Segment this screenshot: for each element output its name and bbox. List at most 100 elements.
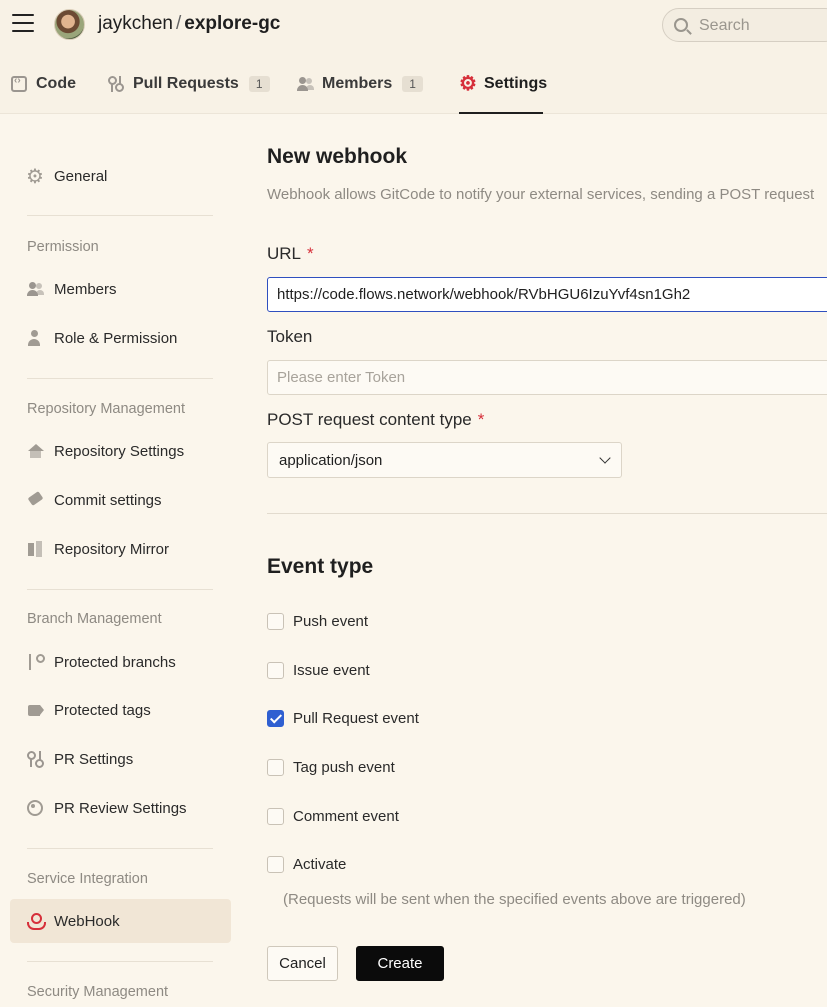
settings-sidebar: General Permission Members Role & Permis… bbox=[0, 114, 245, 1007]
checkbox-label: Tag push event bbox=[293, 758, 395, 776]
divider bbox=[267, 513, 827, 514]
tab-label: Code bbox=[36, 75, 76, 92]
content-type-select[interactable]: application/json bbox=[267, 442, 622, 478]
mirror-icon bbox=[27, 540, 44, 558]
sidebar-item-label: Role & Permission bbox=[54, 329, 178, 347]
divider bbox=[27, 589, 213, 590]
webhook-form: New webhook Webhook allows GitCode to no… bbox=[267, 114, 827, 1007]
sidebar-item-webhook[interactable]: WebHook bbox=[10, 899, 231, 943]
sidebar-item-label: Protected branchs bbox=[54, 653, 176, 671]
gear-icon bbox=[26, 164, 44, 189]
sidebar-item-role-permission[interactable]: Role & Permission bbox=[10, 316, 231, 360]
event-issue[interactable]: Issue event bbox=[267, 660, 370, 680]
event-push[interactable]: Push event bbox=[267, 611, 368, 631]
avatar[interactable] bbox=[54, 9, 85, 40]
sidebar-item-label: Commit settings bbox=[54, 491, 162, 509]
activate-hint: (Requests will be sent when the specifie… bbox=[283, 891, 746, 908]
page-title: New webhook bbox=[267, 145, 408, 168]
code-icon bbox=[11, 75, 27, 92]
tab-label: Members bbox=[322, 75, 393, 92]
url-field[interactable]: https://code.flows.network/webhook/RVbHG… bbox=[267, 277, 827, 312]
event-comment[interactable]: Comment event bbox=[267, 806, 399, 826]
checkbox-label: Activate bbox=[293, 855, 347, 873]
tab-members[interactable]: Members 1 bbox=[297, 54, 423, 114]
checkbox[interactable] bbox=[267, 612, 284, 630]
create-button[interactable]: Create bbox=[356, 946, 444, 981]
sidebar-item-repository-settings[interactable]: Repository Settings bbox=[10, 429, 231, 473]
breadcrumb-separator: / bbox=[176, 13, 182, 34]
review-icon bbox=[27, 799, 44, 817]
checkbox-label: Push event bbox=[293, 612, 369, 630]
divider bbox=[27, 961, 213, 962]
sidebar-item-label: PR Review Settings bbox=[54, 799, 187, 817]
sidebar-item-members[interactable]: Members bbox=[10, 267, 231, 311]
checkbox[interactable] bbox=[267, 855, 284, 873]
content-type-value: application/json bbox=[279, 452, 383, 469]
sidebar-item-label: Protected tags bbox=[54, 701, 151, 719]
sidebar-item-repository-mirror[interactable]: Repository Mirror bbox=[10, 527, 231, 571]
sidebar-item-label: WebHook bbox=[54, 912, 120, 930]
branch-icon bbox=[27, 653, 45, 671]
token-label: Token bbox=[267, 327, 313, 346]
sidebar-item-label: Repository Mirror bbox=[54, 540, 170, 558]
required-mark: * bbox=[307, 244, 314, 263]
sidebar-item-protected-tags[interactable]: Protected tags bbox=[10, 688, 231, 732]
members-icon bbox=[297, 76, 314, 92]
sidebar-item-pr-review-settings[interactable]: PR Review Settings bbox=[10, 786, 231, 830]
checkbox-checked[interactable] bbox=[267, 709, 284, 727]
person-icon bbox=[27, 329, 44, 347]
checkbox[interactable] bbox=[267, 807, 284, 825]
webhook-icon bbox=[27, 912, 46, 930]
search-input[interactable]: Search bbox=[662, 8, 827, 42]
sidebar-item-general[interactable]: General bbox=[10, 154, 231, 198]
content-type-label: POST request content type * bbox=[267, 410, 484, 430]
commit-icon bbox=[27, 492, 44, 509]
tab-code[interactable]: Code bbox=[11, 54, 76, 114]
owner-link[interactable]: jaykchen bbox=[98, 13, 173, 34]
sidebar-item-commit-settings[interactable]: Commit settings bbox=[10, 478, 231, 522]
sidebar-group-security-management: Security Management bbox=[27, 984, 169, 1000]
tab-label: Pull Requests bbox=[133, 75, 239, 92]
pull-request-icon bbox=[27, 750, 44, 768]
divider bbox=[27, 378, 213, 379]
checkbox[interactable] bbox=[267, 661, 284, 679]
event-type-title: Event type bbox=[267, 555, 374, 578]
divider bbox=[27, 848, 213, 849]
chevron-down-icon bbox=[599, 452, 611, 464]
pull-request-icon bbox=[108, 76, 124, 92]
url-label-text: URL bbox=[267, 244, 302, 263]
top-bar: jaykchen / explore-gc Search bbox=[0, 0, 827, 54]
search-placeholder: Search bbox=[699, 17, 750, 34]
repository-icon bbox=[27, 443, 44, 460]
content-type-label-text: POST request content type bbox=[267, 410, 472, 429]
tab-label: Settings bbox=[484, 75, 548, 92]
sidebar-item-pr-settings[interactable]: PR Settings bbox=[10, 737, 231, 781]
menu-icon[interactable] bbox=[12, 12, 34, 34]
sidebar-group-branch-management: Branch Management bbox=[27, 611, 162, 627]
tab-settings[interactable]: ⚙ Settings bbox=[459, 54, 547, 114]
sidebar-item-protected-branchs[interactable]: Protected branchs bbox=[10, 640, 231, 684]
checkbox[interactable] bbox=[267, 758, 284, 776]
sidebar-group-service-integration: Service Integration bbox=[27, 871, 148, 887]
tab-pull-requests[interactable]: Pull Requests 1 bbox=[108, 54, 270, 114]
search-icon bbox=[674, 18, 688, 32]
divider bbox=[27, 215, 213, 216]
sidebar-group-repository-management: Repository Management bbox=[27, 401, 185, 417]
gear-icon: ⚙ bbox=[459, 73, 477, 95]
required-mark: * bbox=[477, 410, 485, 429]
repo-tabs: Code Pull Requests 1 Members 1 ⚙ Setting… bbox=[0, 54, 827, 114]
tag-icon bbox=[27, 702, 44, 719]
token-field[interactable]: Please enter Token bbox=[267, 360, 827, 395]
sidebar-item-label: Members bbox=[54, 280, 117, 298]
repo-link[interactable]: explore-gc bbox=[184, 13, 280, 34]
event-pull-request[interactable]: Pull Request event bbox=[267, 708, 419, 728]
checkbox-label: Comment event bbox=[293, 807, 399, 825]
event-tag-push[interactable]: Tag push event bbox=[267, 757, 395, 777]
url-label: URL * bbox=[267, 244, 314, 264]
members-count-badge: 1 bbox=[402, 76, 423, 92]
cancel-button[interactable]: Cancel bbox=[267, 946, 338, 981]
members-icon bbox=[27, 281, 44, 298]
breadcrumb: jaykchen / explore-gc bbox=[98, 13, 280, 35]
checkbox-label: Issue event bbox=[293, 661, 370, 679]
activate[interactable]: Activate bbox=[267, 854, 346, 874]
